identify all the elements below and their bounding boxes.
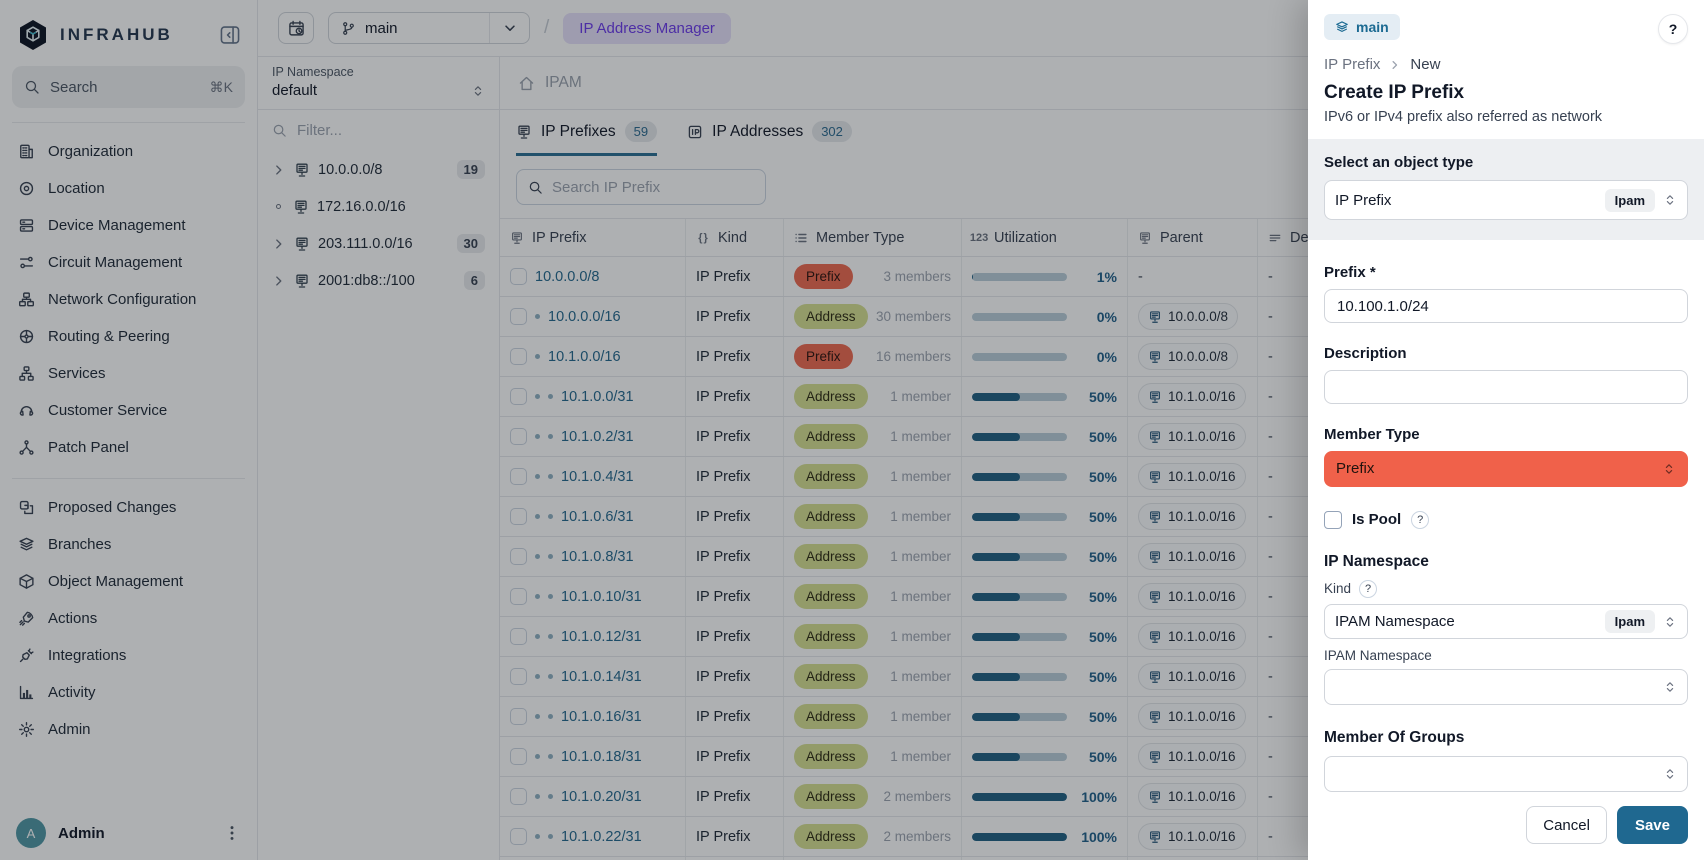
kind-label-row: Kind ? [1324, 580, 1688, 598]
ipam-namespace-select[interactable] [1324, 669, 1688, 705]
updown-chevron-icon [1663, 680, 1677, 694]
object-type-value: IP Prefix [1335, 192, 1597, 209]
branch-badge: main [1324, 14, 1400, 40]
save-button[interactable]: Save [1617, 806, 1688, 844]
object-type-select[interactable]: IP Prefix Ipam [1324, 180, 1688, 220]
object-type-kind-badge: Ipam [1605, 189, 1655, 212]
drawer-header: main ? IP Prefix New Create IP Prefix IP… [1308, 0, 1704, 139]
drawer-subtitle: IPv6 or IPv4 prefix also referred as net… [1324, 109, 1688, 125]
drawer-title: Create IP Prefix [1324, 82, 1688, 104]
modal-overlay[interactable] [0, 0, 1308, 860]
kind-value: IPAM Namespace [1335, 613, 1597, 630]
help-button[interactable]: ? [1658, 14, 1688, 44]
ipam-namespace-label: IPAM Namespace [1324, 648, 1688, 663]
updown-chevron-icon [1662, 462, 1676, 476]
member-type-select[interactable]: Prefix [1324, 451, 1688, 487]
member-of-groups-heading: Member Of Groups [1324, 729, 1688, 747]
updown-chevron-icon [1663, 193, 1677, 207]
is-pool-row: Is Pool ? [1324, 511, 1688, 529]
description-input[interactable] [1324, 370, 1688, 404]
breadcrumb-ip-prefix[interactable]: IP Prefix [1324, 56, 1380, 73]
is-pool-checkbox[interactable] [1324, 511, 1342, 529]
layers-icon [1335, 20, 1349, 34]
member-type-field-label: Member Type [1324, 426, 1688, 443]
member-of-groups-select[interactable] [1324, 756, 1688, 792]
object-type-section: Select an object type IP Prefix Ipam [1308, 139, 1704, 240]
create-ip-prefix-drawer: main ? IP Prefix New Create IP Prefix IP… [1308, 0, 1704, 860]
updown-chevron-icon [1663, 767, 1677, 781]
kind-select[interactable]: IPAM Namespace Ipam [1324, 604, 1688, 640]
breadcrumb-new: New [1410, 56, 1440, 73]
branch-badge-label: main [1356, 19, 1389, 35]
updown-chevron-icon [1663, 615, 1677, 629]
cancel-button[interactable]: Cancel [1526, 806, 1607, 844]
object-type-label: Select an object type [1324, 154, 1688, 171]
prefix-field-label: Prefix * [1324, 264, 1688, 281]
ip-namespace-heading: IP Namespace [1324, 553, 1688, 571]
drawer-footer: Cancel Save [1308, 792, 1704, 860]
kind-badge: Ipam [1605, 610, 1655, 633]
is-pool-label: Is Pool [1352, 511, 1401, 528]
prefix-input[interactable] [1324, 289, 1688, 323]
kind-help-icon[interactable]: ? [1359, 580, 1377, 598]
drawer-breadcrumb: IP Prefix New [1324, 56, 1688, 73]
member-type-value: Prefix [1336, 460, 1662, 477]
is-pool-help-icon[interactable]: ? [1411, 511, 1429, 529]
kind-label: Kind [1324, 581, 1351, 596]
description-field-label: Description [1324, 345, 1688, 362]
drawer-form: Prefix * Description Member Type Prefix … [1308, 240, 1704, 792]
chevron-right-icon [1389, 59, 1401, 71]
